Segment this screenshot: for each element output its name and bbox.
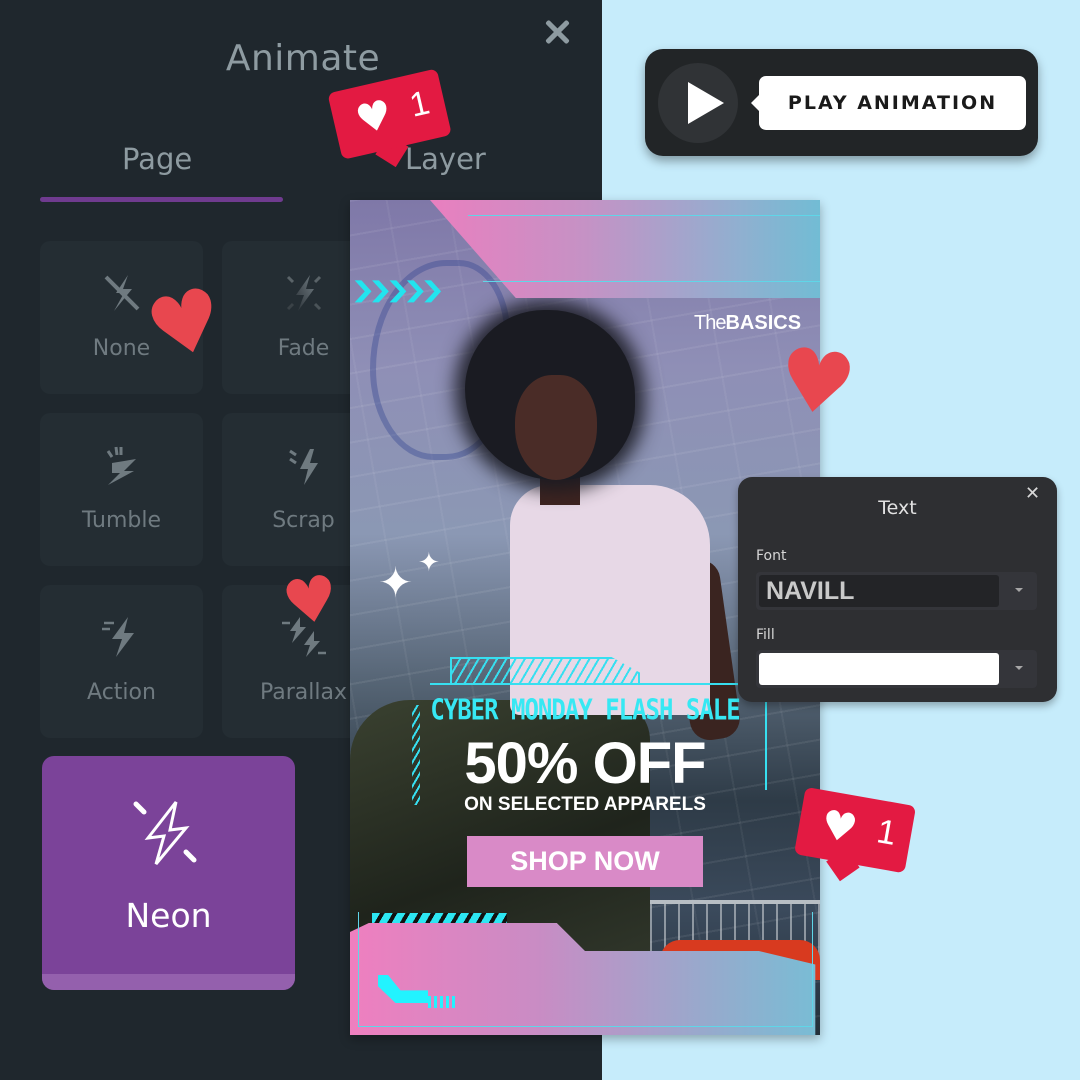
chevron-down-icon[interactable] bbox=[1015, 666, 1023, 670]
animation-option-neon[interactable]: Neon bbox=[42, 756, 295, 990]
panel-title: Text bbox=[878, 497, 917, 519]
shop-now-button[interactable]: SHOP NOW bbox=[467, 836, 703, 887]
sparkle-icon: ✦ bbox=[418, 548, 440, 578]
tab-page[interactable]: Page bbox=[122, 142, 192, 176]
neon-bolt-icon bbox=[133, 801, 197, 865]
neon-line bbox=[483, 281, 820, 282]
close-icon[interactable]: ✕ bbox=[1025, 483, 1040, 504]
text-properties-panel: Text ✕ Font NAVILL Fill bbox=[738, 477, 1057, 702]
play-animation-tooltip[interactable]: PLAY ANIMATION bbox=[751, 76, 1026, 130]
scrap-bolt-icon bbox=[288, 449, 318, 485]
chevrons-decoration: ❯❯❯❯❯ bbox=[350, 278, 445, 303]
tumble-bolt-icon bbox=[106, 446, 136, 485]
font-label: Font bbox=[756, 548, 787, 564]
discount-text[interactable]: 50% OFF bbox=[350, 730, 820, 797]
heart-icon: ♥ bbox=[817, 801, 861, 854]
close-icon[interactable] bbox=[540, 15, 574, 49]
brand-logo-prefix: The bbox=[694, 312, 726, 334]
play-button[interactable] bbox=[658, 63, 738, 143]
play-animation-widget: PLAY ANIMATION bbox=[645, 49, 1038, 156]
sparkle-icon: ✦ bbox=[378, 558, 414, 607]
animation-label: Tumble bbox=[81, 508, 162, 533]
neon-hatched-box bbox=[450, 657, 640, 683]
animation-option-tumble[interactable]: Tumble bbox=[40, 413, 203, 566]
panel-title: Animate bbox=[225, 38, 381, 79]
animation-label: Neon bbox=[125, 896, 212, 935]
animation-option-action[interactable]: Action bbox=[40, 585, 203, 738]
play-icon bbox=[688, 82, 724, 124]
fill-color-select[interactable] bbox=[756, 650, 1037, 688]
fade-bolt-icon bbox=[286, 275, 321, 311]
fill-color-swatch[interactable] bbox=[759, 653, 999, 685]
action-bolt-icon bbox=[101, 617, 134, 657]
font-select[interactable]: NAVILL bbox=[756, 572, 1037, 610]
subline-text[interactable]: ON SELECTED APPARELS bbox=[350, 794, 820, 816]
photo-model-face bbox=[515, 375, 597, 480]
neon-bars-decoration bbox=[428, 996, 456, 1008]
active-tab-indicator bbox=[40, 197, 283, 202]
neon-line bbox=[468, 215, 820, 216]
font-value: NAVILL bbox=[759, 575, 999, 607]
chevron-down-icon[interactable] bbox=[1015, 588, 1023, 592]
fill-label: Fill bbox=[756, 627, 775, 643]
animation-label: Action bbox=[87, 680, 156, 705]
heart-icon: ♥ bbox=[276, 559, 345, 642]
neon-outline bbox=[358, 912, 813, 1027]
heart-icon: ♥ bbox=[771, 328, 862, 438]
